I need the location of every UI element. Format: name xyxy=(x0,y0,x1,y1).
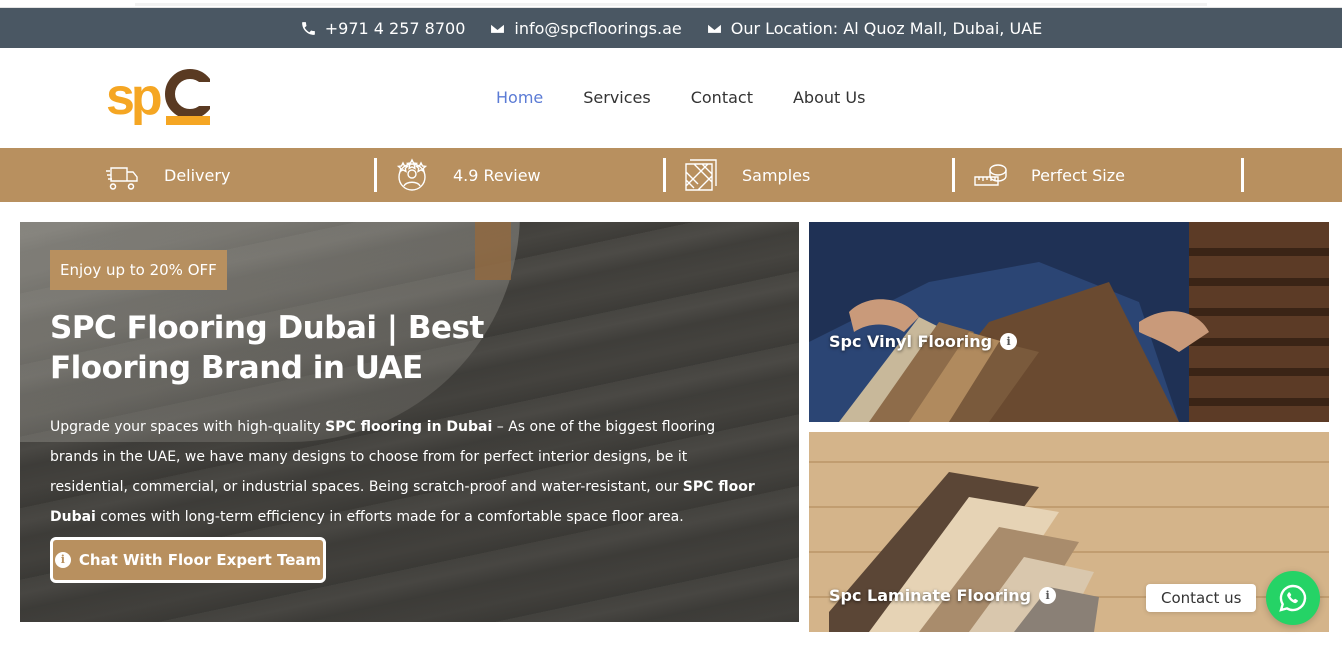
hero-background-sofa-leg xyxy=(475,222,511,280)
envelope-icon xyxy=(490,22,506,34)
feature-divider xyxy=(1241,158,1244,192)
location-text: Our Location: Al Quoz Mall, Dubai, UAE xyxy=(730,18,1043,38)
phone-text: +971 4 257 8700 xyxy=(324,18,466,38)
location-contact[interactable]: Our Location: Al Quoz Mall, Dubai, UAE xyxy=(706,18,1043,38)
email-contact[interactable]: info@spcfloorings.ae xyxy=(489,18,682,38)
card-spc-vinyl-flooring[interactable]: Spc Vinyl Flooring i xyxy=(809,222,1329,422)
feature-bar: Delivery 4.9 Review Samples Perfect Size xyxy=(0,148,1342,202)
cta-label: Chat With Floor Expert Team xyxy=(78,551,322,569)
hero-title: SPC Flooring Dubai | Best Flooring Brand… xyxy=(50,310,484,386)
envelope-icon xyxy=(706,22,722,34)
contact-bar: +971 4 257 8700 info@spcfloorings.ae Our… xyxy=(0,8,1342,48)
hero-text-bold: SPC flooring in Dubai xyxy=(325,419,493,435)
svg-text:sp: sp xyxy=(106,68,161,126)
feature-perfect-size: Perfect Size xyxy=(972,148,1125,202)
scroll-hint xyxy=(135,3,1207,6)
tape-measure-icon xyxy=(974,164,1007,186)
info-icon[interactable]: i xyxy=(1000,333,1018,350)
feature-divider xyxy=(374,158,377,192)
hero-description: Upgrade your spaces with high-quality SP… xyxy=(50,412,760,532)
phone-contact[interactable]: +971 4 257 8700 xyxy=(300,18,466,38)
whatsapp-button[interactable] xyxy=(1266,571,1320,625)
card-title-text: Spc Laminate Flooring xyxy=(829,586,1032,605)
card-title-text: Spc Vinyl Flooring xyxy=(829,332,993,351)
spc-logo[interactable]: sp xyxy=(106,68,215,128)
review-star-icon xyxy=(396,158,428,191)
phone-icon xyxy=(301,21,315,35)
info-icon: i xyxy=(54,552,71,568)
browser-top-strip xyxy=(0,0,1342,8)
logo-graphic: sp xyxy=(106,68,215,126)
samples-icon xyxy=(685,159,717,191)
site-header: sp Home Services Contact About Us xyxy=(0,48,1342,148)
email-text: info@spcfloorings.ae xyxy=(514,18,682,38)
hero-text-part: comes with long-term efficiency in effor… xyxy=(95,509,684,525)
info-icon[interactable]: i xyxy=(1039,587,1057,604)
feature-label-delivery: Delivery xyxy=(164,165,231,185)
main-nav: Home Services Contact About Us xyxy=(476,88,885,108)
nav-item-services[interactable]: Services xyxy=(563,88,670,108)
feature-divider xyxy=(952,158,955,192)
nav-item-contact[interactable]: Contact xyxy=(671,88,773,108)
hero-text-part: Upgrade your spaces with high-quality xyxy=(50,419,326,435)
feature-review: 4.9 Review xyxy=(394,148,541,202)
nav-item-about-us[interactable]: About Us xyxy=(773,88,885,108)
discount-badge: Enjoy up to 20% OFF xyxy=(50,250,227,290)
card-title-laminate: Spc Laminate Flooring i xyxy=(829,586,1057,605)
feature-delivery: Delivery xyxy=(105,148,230,202)
chat-with-expert-button[interactable]: i Chat With Floor Expert Team xyxy=(50,537,326,583)
feature-label-review: 4.9 Review xyxy=(453,165,541,185)
feature-divider xyxy=(663,158,666,192)
hero-banner: Enjoy up to 20% OFF SPC Flooring Dubai |… xyxy=(20,222,799,622)
contact-us-label[interactable]: Contact us xyxy=(1146,584,1257,612)
vinyl-flooring-image xyxy=(809,222,1329,422)
whatsapp-icon xyxy=(1279,584,1307,612)
feature-label-samples: Samples xyxy=(742,165,811,185)
nav-item-home[interactable]: Home xyxy=(476,88,563,108)
feature-label-perfect-size: Perfect Size xyxy=(1031,165,1125,185)
delivery-truck-icon xyxy=(106,167,138,190)
feature-samples: Samples xyxy=(683,148,810,202)
card-title-vinyl: Spc Vinyl Flooring i xyxy=(829,332,1018,351)
